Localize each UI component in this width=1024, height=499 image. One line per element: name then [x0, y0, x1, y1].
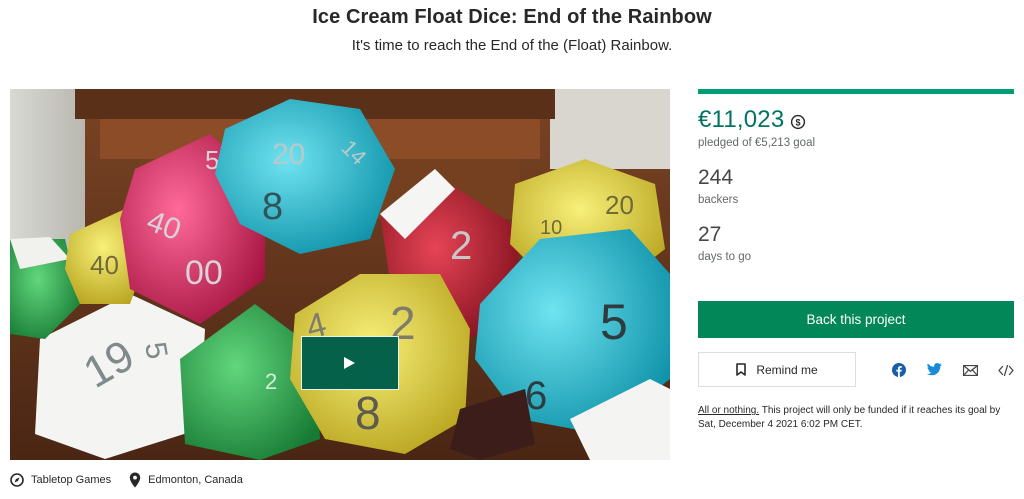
project-video[interactable]: 19 5 40 40 00 5 20 8 14 2 2 2 4 8 20 10 [10, 89, 670, 460]
svg-text:40: 40 [90, 250, 119, 280]
all-or-nothing-link[interactable]: All or nothing. [698, 405, 759, 416]
project-blurb: It's time to reach the End of the (Float… [351, 37, 673, 54]
play-button[interactable] [301, 336, 399, 390]
location-link[interactable]: Edmonton, Canada [129, 472, 243, 488]
svg-text:5: 5 [600, 294, 628, 350]
days-count: 27 [698, 223, 722, 246]
category-label: Tabletop Games [31, 474, 112, 486]
facebook-icon[interactable] [892, 363, 906, 377]
svg-text:00: 00 [185, 254, 223, 292]
map-pin-icon [129, 472, 141, 488]
currency-conversion-icon[interactable]: $ [790, 114, 806, 130]
goal-text: pledged of €5,213 goal [698, 137, 816, 149]
funding-progress-fill [698, 89, 1014, 94]
project-title: Ice Cream Float Dice: End of the Rainbow [312, 6, 712, 28]
location-label: Edmonton, Canada [148, 474, 243, 486]
twitter-icon[interactable] [927, 363, 942, 376]
compass-icon [10, 473, 24, 487]
svg-text:$: $ [796, 117, 801, 127]
svg-text:8: 8 [262, 186, 283, 228]
svg-text:2: 2 [265, 369, 277, 394]
email-icon[interactable] [963, 365, 978, 376]
days-label: days to go [698, 251, 752, 263]
backers-count: 244 [698, 166, 734, 189]
backers-label: backers [698, 194, 739, 206]
bookmark-icon [736, 363, 747, 376]
funding-progress-bar [698, 89, 1014, 94]
remind-me-button[interactable]: Remind me [698, 352, 856, 387]
svg-text:8: 8 [355, 387, 381, 439]
embed-icon[interactable] [998, 365, 1014, 376]
svg-text:20: 20 [272, 138, 305, 171]
svg-text:2: 2 [450, 224, 472, 268]
funding-note: All or nothing. This project will only b… [698, 404, 1018, 432]
remind-me-label: Remind me [756, 362, 818, 377]
dice-photo: 19 5 40 40 00 5 20 8 14 2 2 2 4 8 20 10 [10, 89, 670, 460]
category-link[interactable]: Tabletop Games [10, 473, 111, 487]
funding-panel: €11,023 $ pledged of €5,213 goal 244 bac… [698, 89, 1014, 263]
project-meta: Tabletop Games Edmonton, Canada [10, 472, 261, 488]
play-icon [344, 357, 355, 369]
svg-text:10: 10 [540, 217, 562, 239]
svg-text:20: 20 [605, 190, 634, 220]
pledged-amount: €11,023 [698, 106, 785, 133]
back-project-button[interactable]: Back this project [698, 301, 1014, 338]
